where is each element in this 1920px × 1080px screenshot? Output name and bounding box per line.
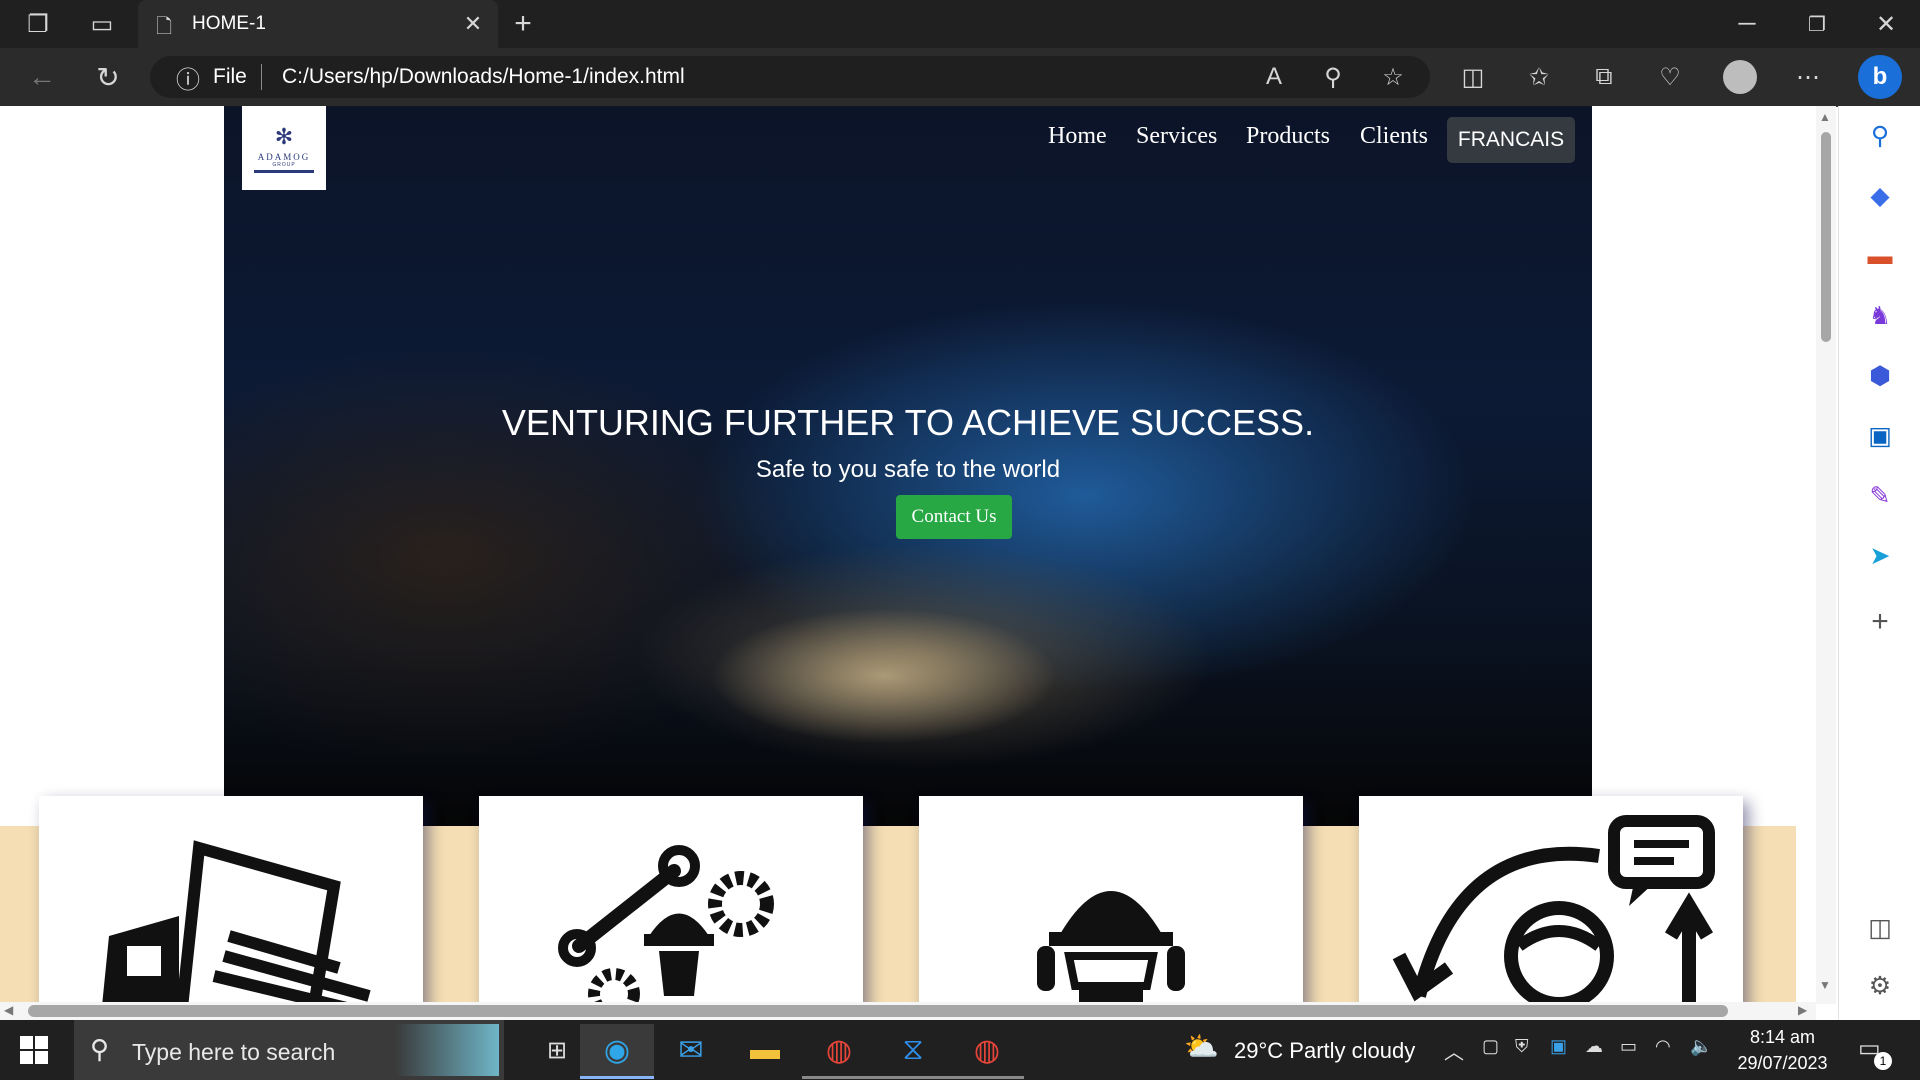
service-card-delivery[interactable] [39,796,423,1020]
hero-title: VENTURING FURTHER TO ACHIEVE SUCCESS. [501,402,1315,443]
taskbar-vscode-icon[interactable]: ⧖ [876,1024,950,1079]
restore-icon[interactable]: ❐ [1797,4,1837,44]
bing-chat-icon[interactable]: b [1858,55,1902,99]
profile-avatar[interactable] [1723,60,1757,94]
customer-support-icon [1392,815,1715,1016]
worker-helmet-icon [1037,891,1185,1010]
contact-us-button[interactable]: Contact Us [896,495,1012,539]
tray-onedrive-icon[interactable]: ☁ [1585,1036,1603,1057]
weather-text: Partly cloudy [1289,1038,1416,1063]
taskbar-clock[interactable]: 8:14 am 29/07/2023 [1730,1024,1835,1076]
close-window-icon[interactable]: ✕ [1866,4,1906,44]
weather-widget[interactable]: 29°C Partly cloudy [1234,1038,1415,1064]
zoom-out-icon[interactable]: ⚲ [1313,57,1353,97]
nav-clients[interactable]: Clients [1360,123,1428,150]
back-icon[interactable]: ← [22,57,62,97]
close-tab-icon[interactable]: ✕ [453,4,493,44]
hero-subtitle: Safe to you safe to the world [755,456,1061,483]
search-icon: ⚲ [90,1034,110,1064]
nav-services[interactable]: Services [1136,123,1217,150]
clock-time: 8:14 am [1749,1027,1816,1047]
sidebar-add-icon[interactable]: + [1858,600,1902,644]
taskbar-chrome-2-icon[interactable]: ◍ [950,1024,1024,1079]
read-aloud-icon[interactable]: A [1254,57,1294,97]
new-tab-icon[interactable]: + [503,4,543,44]
scroll-left-arrow-icon[interactable]: ◀ [4,1003,13,1017]
favorites-icon[interactable]: ✩ [1519,57,1559,97]
nav-home[interactable]: Home [1048,123,1107,150]
tray-volume-icon[interactable]: 🔈 [1690,1036,1712,1057]
site-info-icon[interactable]: ⓘ [168,57,208,97]
site-logo[interactable]: ✻ ADAMOG GROUP [242,106,326,190]
delivery-truck-icon [100,840,371,1020]
weather-temp: 29°C [1234,1038,1284,1063]
sidebar-microsoft365-icon[interactable]: ⬢ [1858,354,1902,398]
address-scheme: File [213,65,247,88]
address-separator [261,64,262,90]
logo-emblem-icon: ✻ [274,124,294,149]
service-card-engineering[interactable] [479,796,863,1020]
scroll-right-arrow-icon[interactable]: ▶ [1798,1003,1807,1017]
scroll-up-arrow-icon[interactable]: ▲ [1819,110,1831,124]
sidebar-outlook-icon[interactable]: ▣ [1858,414,1902,458]
workspaces-icon[interactable]: ❐ [18,4,58,44]
sidebar-games-icon[interactable]: ♞ [1858,294,1902,338]
page-icon: 🗋 [156,16,173,38]
split-screen-icon[interactable]: ◫ [1453,57,1493,97]
taskbar-mail-icon[interactable]: ✉ [654,1024,728,1076]
service-card-workers[interactable] [919,796,1303,1020]
language-button[interactable]: FRANCAIS [1447,117,1575,163]
weather-icon[interactable]: ⛅ [1184,1030,1219,1063]
sidebar-hide-icon[interactable]: ◫ [1858,906,1902,950]
horizontal-scroll-thumb[interactable] [28,1005,1728,1017]
tray-meet-icon[interactable]: ▢ [1482,1036,1499,1057]
search-highlight-tiger-icon [395,1024,499,1076]
service-card-support[interactable] [1359,796,1743,1020]
tray-chevron-icon[interactable]: ︿ [1444,1036,1464,1065]
taskbar-search-placeholder: Type here to search [132,1039,336,1065]
nav-products[interactable]: Products [1246,123,1330,150]
favorite-star-icon[interactable]: ☆ [1373,57,1413,97]
refresh-icon[interactable]: ↻ [88,57,128,97]
sidebar-shopping-icon[interactable]: ◆ [1858,174,1902,218]
hero-section: ✻ ADAMOG GROUP Home Services Products Cl… [224,106,1592,826]
sidebar-settings-icon[interactable]: ⚙ [1858,964,1902,1008]
logo-subtext: GROUP [272,162,296,168]
scroll-down-arrow-icon[interactable]: ▼ [1819,978,1831,992]
address-url[interactable]: C:/Users/hp/Downloads/Home-1/index.html [282,65,685,89]
tray-app-icon[interactable]: ▣ [1550,1036,1567,1057]
clock-date: 29/07/2023 [1737,1053,1828,1073]
tray-battery-icon[interactable]: ▭ [1620,1036,1637,1057]
browser-essentials-icon[interactable]: ♡ [1650,57,1690,97]
taskbar-file-explorer-icon[interactable]: ▬ [728,1024,802,1076]
web-page: ✻ ADAMOG GROUP Home Services Products Cl… [0,106,1836,1020]
collections-icon[interactable]: ⧉ [1584,57,1624,97]
tray-security-icon[interactable]: ⛨ [1515,1036,1529,1057]
vertical-scroll-thumb[interactable] [1821,132,1831,342]
taskbar-chrome-icon[interactable]: ◍ [802,1024,876,1079]
sidebar-search-icon[interactable]: ⚲ [1858,114,1902,158]
sidebar-designer-icon[interactable]: ✎ [1858,474,1902,518]
minimize-icon[interactable]: ─ [1727,4,1767,44]
sidebar-drop-icon[interactable]: ➤ [1858,534,1902,578]
notification-count-badge: 1 [1874,1052,1892,1070]
sidebar-tools-icon[interactable]: ▬ [1858,234,1902,278]
windows-start-icon[interactable] [20,1036,48,1064]
tray-wifi-icon[interactable]: ◠ [1655,1036,1671,1057]
engineer-tools-icon [558,845,774,1020]
logo-text: ADAMOG [257,152,311,162]
taskbar-edge-icon[interactable]: ◉ [580,1024,654,1079]
tab-title: HOME-1 [192,13,266,34]
logo-underline [254,170,314,173]
vertical-tabs-icon[interactable]: ▭ [82,4,122,44]
more-menu-icon[interactable]: ⋯ [1788,57,1828,97]
